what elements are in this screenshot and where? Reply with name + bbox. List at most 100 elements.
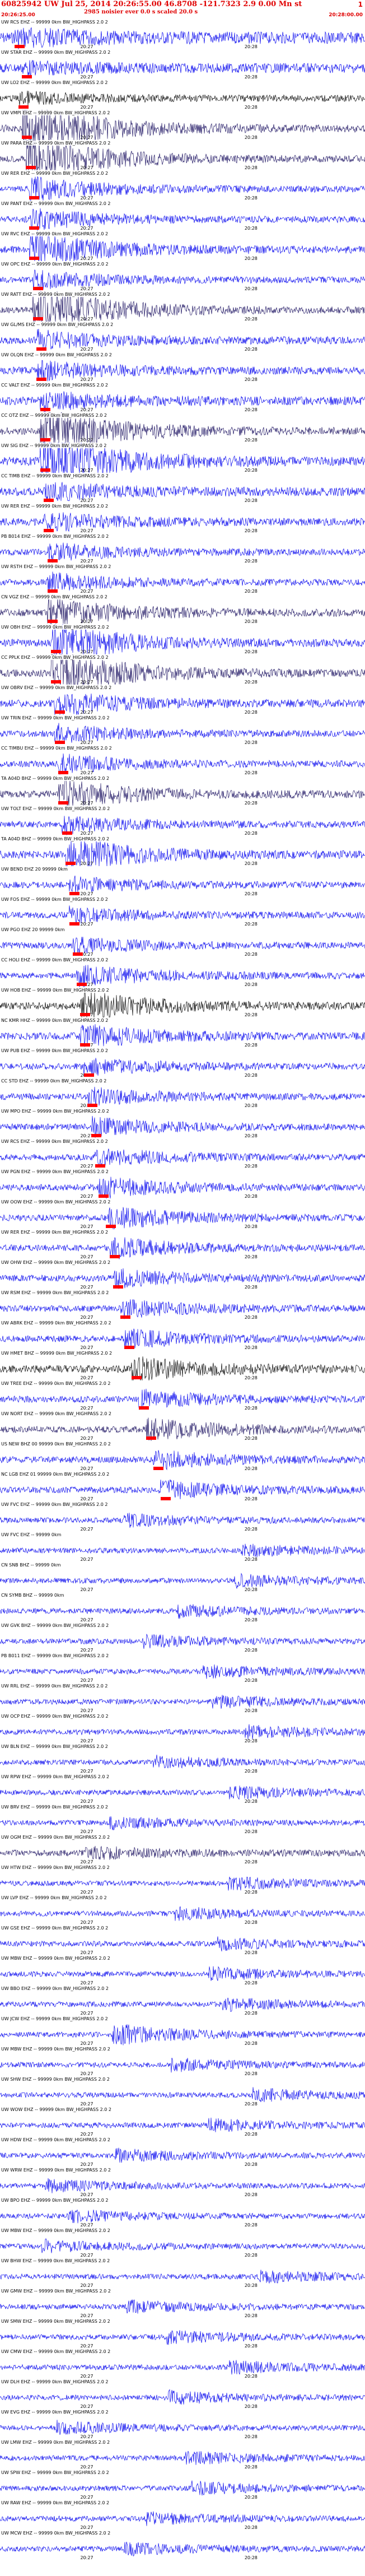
trace-row: UW TOLT EHZ -- 99999 0km BW_HIGHPASS 2.0… bbox=[0, 806, 365, 836]
waveform-line bbox=[0, 937, 365, 955]
time-tick-label: 20:28 bbox=[244, 1617, 258, 1622]
time-tick-label: 20:27 bbox=[80, 1254, 93, 1259]
trace-row: UW PARA EHZ -- 99999 0km BW_HIGHPASS 2.0… bbox=[0, 140, 365, 170]
trace-row: UW OCP EHZ -- 99999 0km BW_HIGHPASS 2.0 … bbox=[0, 1713, 365, 1743]
time-tick-label: 20:28 bbox=[244, 226, 258, 231]
trace-row: CC STD EHZ -- 99999 0km BW_HIGHPASS 2.0 … bbox=[0, 1078, 365, 1108]
trace-label: CC OTZ EHZ -- 99999 0km BW_HIGHPASS 2.0 … bbox=[1, 413, 107, 418]
waveform-line bbox=[0, 1115, 365, 1138]
time-tick-label: 20:28 bbox=[244, 891, 258, 896]
phase-pick-marker bbox=[83, 1073, 94, 1077]
phase-pick-marker bbox=[138, 1406, 149, 1410]
phase-pick-marker bbox=[29, 226, 40, 230]
trace-row: US NEW BHZ 00 99999 0km BW_HIGHPASS 2.0 … bbox=[0, 1441, 365, 1471]
trace-label: UW OCP EHZ -- 99999 0km BW_HIGHPASS 2.0 … bbox=[1, 1714, 109, 1719]
trace-label: UW RATT EHZ -- 99999 0km BW_HIGHPASS 2.0… bbox=[1, 292, 110, 297]
trace-row: UW HMET BHZ -- 99999 0km BW_HIGHPASS 2.0… bbox=[0, 1350, 365, 1380]
time-tick-label: 20:28 bbox=[244, 1829, 258, 1834]
phase-pick-marker bbox=[69, 922, 79, 926]
waveform-line bbox=[0, 60, 365, 76]
trace-row: UW PUB EHZ -- 99999 0km BW_HIGHPASS 2.0 … bbox=[0, 1048, 365, 1078]
trace-label: UW JCW EHZ -- 99999 0km BW_HIGHPASS 2.0 … bbox=[1, 2016, 108, 2021]
time-tick-label: 20:28 bbox=[244, 2132, 258, 2137]
waveform-line bbox=[0, 875, 365, 893]
time-tick-label: 20:28 bbox=[244, 1285, 258, 1290]
trace-label: UW PANT EHZ -- 99999 0km BW_HIGHPASS 2.0… bbox=[1, 201, 111, 206]
time-tick-label: 20:27 bbox=[80, 2283, 93, 2288]
waveform-line bbox=[0, 1785, 365, 1800]
time-tick-label: 20:27 bbox=[80, 1557, 93, 1562]
waveform-line bbox=[0, 1876, 365, 1891]
trace-label: NC LGB EHZ 01 99999 0km BW_HIGHPASS 2.0 … bbox=[1, 1472, 110, 1477]
waveform-line bbox=[0, 1268, 365, 1289]
time-tick-label: 20:27 bbox=[80, 2253, 93, 2258]
trace-label: UW RCS EHZ -- 99999 0km BW_HIGHPASS 2.0 … bbox=[1, 1139, 108, 1144]
time-tick-label: 20:28 bbox=[244, 528, 258, 533]
time-tick-label: 20:27 bbox=[80, 922, 93, 927]
time-tick-label: 20:27 bbox=[80, 1678, 93, 1683]
trace-row: UW RVC EHZ -- 99999 0km BW_HIGHPASS 2.0 … bbox=[0, 231, 365, 261]
time-tick-label: 20:28 bbox=[244, 589, 258, 594]
trace-label: CC VALT EHZ -- 99999 0km BW_HIGHPASS 2.0… bbox=[1, 383, 108, 388]
trace-label: NC KMR HHZ -- 99999 0km BW_HIGHPASS 2.0 … bbox=[1, 1018, 109, 1023]
trace-row: UW PGN EHZ -- 99999 0km BW_HIGHPASS 2.0 … bbox=[0, 1169, 365, 1199]
time-tick-label: 20:28 bbox=[244, 286, 258, 291]
time-tick-label: 20:27 bbox=[80, 2434, 93, 2439]
time-tick-label: 20:28 bbox=[244, 1043, 258, 1048]
event-title: 60825942 UW Jul 25, 2014 20:26:55.00 46.… bbox=[1, 0, 302, 8]
waveform-line bbox=[0, 816, 365, 835]
trace-label: UW FVC EHZ -- 99999 0km bbox=[1, 1532, 62, 1537]
time-tick-label: 20:27 bbox=[80, 2343, 93, 2349]
phase-pick-marker bbox=[91, 1134, 101, 1137]
time-tick-label: 20:27 bbox=[80, 2465, 93, 2470]
time-tick-label: 20:27 bbox=[80, 680, 93, 685]
trace-row: UW OLQN EHZ -- 99999 0km BW_HIGHPASS 2.0… bbox=[0, 352, 365, 382]
time-tick-label: 20:27 bbox=[80, 619, 93, 624]
trace-row: UW OPC EHZ -- 99999 0km BW_HIGHPASS 2.0 … bbox=[0, 261, 365, 291]
trace-row: UW PGO EHZ 20 99999 0km 20:27 20:28 bbox=[0, 927, 365, 957]
time-tick-label: 20:28 bbox=[244, 2495, 258, 2500]
time-tick-label: 20:27 bbox=[80, 1587, 93, 1592]
time-tick-label: 20:28 bbox=[244, 1133, 258, 1138]
waveform-line bbox=[0, 1845, 365, 1860]
waveform-line bbox=[0, 328, 365, 350]
time-tick-label: 20:27 bbox=[80, 2313, 93, 2318]
phase-pick-marker bbox=[54, 741, 65, 744]
trace-row: UW WOW EHZ -- 99999 0km BW_HIGHPASS 2.0 … bbox=[0, 2107, 365, 2137]
trace-row: UW RATT EHZ -- 99999 0km BW_HIGHPASS 2.0… bbox=[0, 291, 365, 322]
trace-label: PB B011 EHZ -- 99999 0km BW_HIGHPASS 2.0… bbox=[1, 1653, 109, 1658]
trace-row: UW RER EHZ -- 99999 0km BW_HIGHPASS 2.0 … bbox=[0, 170, 365, 201]
time-tick-label: 20:27 bbox=[80, 1436, 93, 1441]
waveform-line bbox=[0, 2209, 365, 2224]
phase-pick-marker bbox=[47, 589, 58, 593]
phase-pick-marker bbox=[44, 529, 54, 532]
waveform-line bbox=[0, 1754, 365, 1769]
time-tick-label: 20:27 bbox=[80, 1617, 93, 1622]
phase-pick-marker bbox=[22, 136, 32, 139]
trace-label: UW STAR EHZ -- 99999 0km BW_HIGHPASS 2.0… bbox=[1, 50, 111, 55]
waveform-line bbox=[0, 905, 365, 924]
trace-label: CN SYMB BHZ -- 99999 0km bbox=[1, 1593, 64, 1598]
trace-row: UW RSTH EHZ -- 99999 0km BW_HIGHPASS 2.0… bbox=[0, 564, 365, 594]
waveform-line bbox=[0, 1966, 365, 1981]
trace-label: UW RRL EHZ -- 99999 0km BW_HIGHPASS 2.0 … bbox=[1, 1684, 108, 1689]
waveform-line bbox=[0, 2420, 365, 2435]
trace-row: UW FVC EHZ -- 99999 0km BW_HIGHPASS 2.0 … bbox=[0, 1501, 365, 1532]
time-tick-label: 20:28 bbox=[244, 1254, 258, 1259]
phase-pick-marker bbox=[120, 1315, 131, 1319]
trace-row: UW LO2 EHZ -- 99999 0km BW_HIGHPASS 2.0 … bbox=[0, 80, 365, 110]
time-tick-label: 20:27 bbox=[80, 1799, 93, 1804]
plot-header: 60825942 UW Jul 25, 2014 20:26:55.00 46.… bbox=[0, 0, 365, 19]
waveform-line bbox=[0, 2299, 365, 2314]
waveform-line bbox=[0, 1417, 365, 1441]
time-tick-label: 20:28 bbox=[244, 2465, 258, 2470]
time-tick-label: 20:28 bbox=[244, 1799, 258, 1804]
time-tick-label: 20:27 bbox=[80, 2374, 93, 2379]
waveform-line bbox=[0, 1058, 365, 1077]
trace-row: UW GMW EHZ -- 99999 0km BW_HIGHPASS 2.0 … bbox=[0, 2288, 365, 2318]
time-tick-label: 20:28 bbox=[244, 105, 258, 110]
time-tick-label: 20:27 bbox=[80, 2525, 93, 2530]
trace-label: UW GVK BHZ -- 99999 0km BW_HIGHPASS 2.0 … bbox=[1, 1623, 109, 1628]
time-tick-label: 20:27 bbox=[80, 75, 93, 80]
trace-row: UW BRV EHZ -- 99999 0km BW_HIGHPASS 2.0 … bbox=[0, 1804, 365, 1834]
